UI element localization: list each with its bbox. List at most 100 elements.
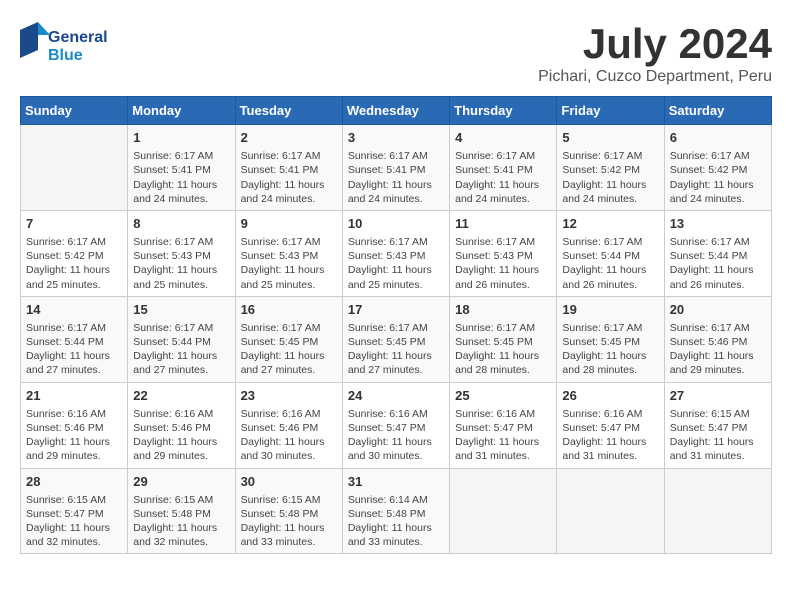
- week-row-2: 14Sunrise: 6:17 AMSunset: 5:44 PMDayligh…: [21, 296, 772, 382]
- cell-info: Sunrise: 6:17 AMSunset: 5:42 PMDaylight:…: [26, 235, 122, 292]
- cell-info: Sunrise: 6:17 AMSunset: 5:43 PMDaylight:…: [241, 235, 337, 292]
- day-number: 28: [26, 473, 122, 491]
- cell-info: Sunrise: 6:16 AMSunset: 5:46 PMDaylight:…: [26, 407, 122, 464]
- cell-info: Sunrise: 6:15 AMSunset: 5:48 PMDaylight:…: [133, 493, 229, 550]
- cell-info: Sunrise: 6:17 AMSunset: 5:45 PMDaylight:…: [348, 321, 444, 378]
- cell-info: Sunrise: 6:17 AMSunset: 5:45 PMDaylight:…: [455, 321, 551, 378]
- day-number: 9: [241, 215, 337, 233]
- calendar-cell: 25Sunrise: 6:16 AMSunset: 5:47 PMDayligh…: [450, 382, 557, 468]
- week-row-1: 7 Sunrise: 6:17 AMSunset: 5:42 PMDaylight…: [21, 210, 772, 296]
- day-number: 18: [455, 301, 551, 319]
- logo: General Blue: [20, 20, 130, 75]
- location-title: Pichari, Cuzco Department, Peru: [538, 68, 772, 86]
- calendar-cell: 12 Sunrise: 6:17 AMSunset: 5:44 PMDayligh…: [557, 210, 664, 296]
- calendar-cell: 30 Sunrise: 6:15 AMSunset: 5:48 PMDayligh…: [235, 468, 342, 554]
- calendar-cell: 26 Sunrise: 6:16 AMSunset: 5:47 PMDayligh…: [557, 382, 664, 468]
- calendar-cell: 7 Sunrise: 6:17 AMSunset: 5:42 PMDaylight…: [21, 210, 128, 296]
- cell-info: Sunrise: 6:17 AMSunset: 5:44 PMDaylight:…: [670, 235, 766, 292]
- calendar-cell: 13 Sunrise: 6:17 AMSunset: 5:44 PMDayligh…: [664, 210, 771, 296]
- calendar-cell: 24 Sunrise: 6:16 AMSunset: 5:47 PMDayligh…: [342, 382, 449, 468]
- day-number: 1: [133, 129, 229, 147]
- calendar-cell: 11 Sunrise: 6:17 AMSunset: 5:43 PMDayligh…: [450, 210, 557, 296]
- calendar-cell: 27Sunrise: 6:15 AMSunset: 5:47 PMDayligh…: [664, 382, 771, 468]
- week-row-0: 1 Sunrise: 6:17 AMSunset: 5:41 PMDaylight…: [21, 125, 772, 211]
- day-number: 6: [670, 129, 766, 147]
- calendar-cell: 19Sunrise: 6:17 AMSunset: 5:45 PMDayligh…: [557, 296, 664, 382]
- month-title: July 2024: [538, 20, 772, 68]
- day-number: 12: [562, 215, 658, 233]
- day-number: 23: [241, 387, 337, 405]
- day-number: 16: [241, 301, 337, 319]
- day-number: 24: [348, 387, 444, 405]
- calendar-table: SundayMondayTuesdayWednesdayThursdayFrid…: [20, 96, 772, 554]
- cell-info: Sunrise: 6:17 AMSunset: 5:42 PMDaylight:…: [562, 149, 658, 206]
- calendar-cell: 20 Sunrise: 6:17 AMSunset: 5:46 PMDayligh…: [664, 296, 771, 382]
- cell-info: Sunrise: 6:17 AMSunset: 5:44 PMDaylight:…: [133, 321, 229, 378]
- day-number: 27: [670, 387, 766, 405]
- header-thursday: Thursday: [450, 97, 557, 125]
- calendar-cell: 6 Sunrise: 6:17 AMSunset: 5:42 PMDaylight…: [664, 125, 771, 211]
- svg-text:General: General: [48, 29, 108, 46]
- day-number: 3: [348, 129, 444, 147]
- cell-info: Sunrise: 6:16 AMSunset: 5:47 PMDaylight:…: [562, 407, 658, 464]
- calendar-cell: 1 Sunrise: 6:17 AMSunset: 5:41 PMDaylight…: [128, 125, 235, 211]
- calendar-cell: 28 Sunrise: 6:15 AMSunset: 5:47 PMDayligh…: [21, 468, 128, 554]
- logo-svg: General Blue: [20, 20, 130, 75]
- cell-info: Sunrise: 6:17 AMSunset: 5:43 PMDaylight:…: [133, 235, 229, 292]
- cell-info: Sunrise: 6:16 AMSunset: 5:47 PMDaylight:…: [348, 407, 444, 464]
- calendar-cell: [450, 468, 557, 554]
- day-number: 2: [241, 129, 337, 147]
- day-number: 31: [348, 473, 444, 491]
- cell-info: Sunrise: 6:17 AMSunset: 5:41 PMDaylight:…: [133, 149, 229, 206]
- day-number: 17: [348, 301, 444, 319]
- calendar-cell: 23Sunrise: 6:16 AMSunset: 5:46 PMDayligh…: [235, 382, 342, 468]
- day-number: 7: [26, 215, 122, 233]
- day-number: 25: [455, 387, 551, 405]
- calendar-cell: 9 Sunrise: 6:17 AMSunset: 5:43 PMDaylight…: [235, 210, 342, 296]
- day-number: 13: [670, 215, 766, 233]
- cell-info: Sunrise: 6:17 AMSunset: 5:46 PMDaylight:…: [670, 321, 766, 378]
- calendar-cell: 14Sunrise: 6:17 AMSunset: 5:44 PMDayligh…: [21, 296, 128, 382]
- calendar-cell: 4 Sunrise: 6:17 AMSunset: 5:41 PMDaylight…: [450, 125, 557, 211]
- cell-info: Sunrise: 6:15 AMSunset: 5:48 PMDaylight:…: [241, 493, 337, 550]
- calendar-cell: 18 Sunrise: 6:17 AMSunset: 5:45 PMDayligh…: [450, 296, 557, 382]
- day-number: 8: [133, 215, 229, 233]
- day-number: 26: [562, 387, 658, 405]
- calendar-cell: 16 Sunrise: 6:17 AMSunset: 5:45 PMDayligh…: [235, 296, 342, 382]
- day-number: 22: [133, 387, 229, 405]
- day-number: 5: [562, 129, 658, 147]
- calendar-cell: 8 Sunrise: 6:17 AMSunset: 5:43 PMDaylight…: [128, 210, 235, 296]
- header-monday: Monday: [128, 97, 235, 125]
- header-row: SundayMondayTuesdayWednesdayThursdayFrid…: [21, 97, 772, 125]
- calendar-cell: 17 Sunrise: 6:17 AMSunset: 5:45 PMDayligh…: [342, 296, 449, 382]
- calendar-cell: [21, 125, 128, 211]
- cell-info: Sunrise: 6:17 AMSunset: 5:44 PMDaylight:…: [562, 235, 658, 292]
- cell-info: Sunrise: 6:17 AMSunset: 5:42 PMDaylight:…: [670, 149, 766, 206]
- calendar-body: 1 Sunrise: 6:17 AMSunset: 5:41 PMDaylight…: [21, 125, 772, 554]
- calendar-cell: [664, 468, 771, 554]
- day-number: 21: [26, 387, 122, 405]
- cell-info: Sunrise: 6:17 AMSunset: 5:44 PMDaylight:…: [26, 321, 122, 378]
- cell-info: Sunrise: 6:14 AMSunset: 5:48 PMDaylight:…: [348, 493, 444, 550]
- day-number: 4: [455, 129, 551, 147]
- calendar-cell: 10Sunrise: 6:17 AMSunset: 5:43 PMDayligh…: [342, 210, 449, 296]
- calendar-cell: 2Sunrise: 6:17 AMSunset: 5:41 PMDaylight…: [235, 125, 342, 211]
- day-number: 20: [670, 301, 766, 319]
- cell-info: Sunrise: 6:15 AMSunset: 5:47 PMDaylight:…: [26, 493, 122, 550]
- week-row-4: 28 Sunrise: 6:15 AMSunset: 5:47 PMDayligh…: [21, 468, 772, 554]
- calendar-cell: 5 Sunrise: 6:17 AMSunset: 5:42 PMDaylight…: [557, 125, 664, 211]
- page-header: General Blue July 2024 Pichari, Cuzco De…: [20, 20, 772, 86]
- header-friday: Friday: [557, 97, 664, 125]
- day-number: 30: [241, 473, 337, 491]
- cell-info: Sunrise: 6:17 AMSunset: 5:43 PMDaylight:…: [455, 235, 551, 292]
- calendar-cell: 15Sunrise: 6:17 AMSunset: 5:44 PMDayligh…: [128, 296, 235, 382]
- calendar-cell: 3Sunrise: 6:17 AMSunset: 5:41 PMDaylight…: [342, 125, 449, 211]
- calendar-cell: 31 Sunrise: 6:14 AMSunset: 5:48 PMDayligh…: [342, 468, 449, 554]
- header-sunday: Sunday: [21, 97, 128, 125]
- cell-info: Sunrise: 6:17 AMSunset: 5:45 PMDaylight:…: [241, 321, 337, 378]
- calendar-cell: [557, 468, 664, 554]
- day-number: 11: [455, 215, 551, 233]
- calendar-cell: 21 Sunrise: 6:16 AMSunset: 5:46 PMDayligh…: [21, 382, 128, 468]
- cell-info: Sunrise: 6:17 AMSunset: 5:41 PMDaylight:…: [455, 149, 551, 206]
- header-wednesday: Wednesday: [342, 97, 449, 125]
